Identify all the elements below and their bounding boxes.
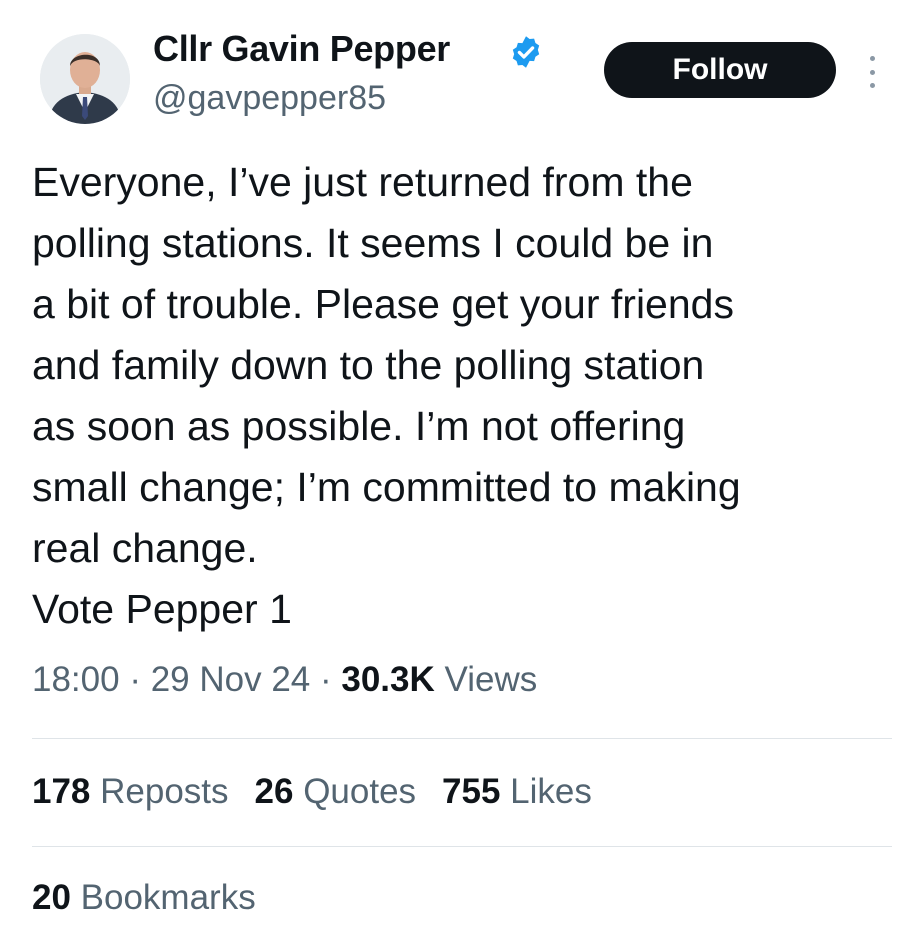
tweet-meta: 18:00 · 29 Nov 24 · 30.3K Views	[32, 660, 537, 700]
more-options-icon[interactable]	[862, 52, 882, 92]
reposts-label: Reposts	[90, 772, 229, 811]
engagement-stats: 178 Reposts 26 Quotes 755 Likes	[32, 772, 618, 812]
display-name[interactable]: Cllr Gavin Pepper	[153, 28, 450, 70]
tweet-text-line: small change; I’m committed to making	[32, 464, 741, 510]
likes-stat[interactable]: 755 Likes	[442, 772, 592, 812]
divider	[32, 846, 892, 847]
bookmarks-count: 20	[32, 878, 71, 917]
dot	[869, 83, 875, 88]
tweet-card: Cllr Gavin Pepper @gavpepper85 Follow Ev…	[0, 0, 921, 943]
bookmarks-stat[interactable]: 20 Bookmarks	[32, 878, 256, 918]
quotes-count: 26	[254, 772, 294, 811]
views-count: 30.3K	[341, 660, 435, 699]
person-in-suit-avatar-icon	[40, 34, 130, 124]
likes-label: Likes	[500, 772, 592, 811]
tweet-text: Everyone, I’ve just returned from the po…	[32, 152, 904, 640]
follow-button[interactable]: Follow	[604, 42, 836, 98]
reposts-count: 178	[32, 772, 91, 811]
views-label: Views	[434, 660, 538, 699]
tweet-text-line: a bit of trouble. Please get your friend…	[32, 281, 734, 327]
bookmarks-label: Bookmarks	[70, 878, 256, 917]
tweet-text-line: Vote Pepper 1	[32, 586, 292, 632]
dot	[869, 56, 875, 61]
tweet-date[interactable]: 29 Nov 24	[151, 660, 311, 699]
divider	[32, 738, 892, 739]
tweet-text-line: polling stations. It seems I could be in	[32, 220, 714, 266]
tweet-text-line: and family down to the polling station	[32, 342, 705, 388]
likes-count: 755	[442, 772, 501, 811]
tweet-text-line: Everyone, I’ve just returned from the	[32, 159, 693, 205]
quotes-stat[interactable]: 26 Quotes	[255, 772, 417, 812]
tweet-text-line: real change.	[32, 525, 258, 571]
quotes-label: Quotes	[293, 772, 417, 811]
avatar[interactable]	[40, 34, 130, 124]
verified-badge-icon	[512, 36, 540, 68]
separator: ·	[310, 660, 342, 699]
separator: ·	[119, 660, 151, 699]
reposts-stat[interactable]: 178 Reposts	[32, 772, 229, 812]
user-handle[interactable]: @gavpepper85	[153, 79, 386, 118]
tweet-text-line: as soon as possible. I’m not offering	[32, 403, 686, 449]
tweet-time[interactable]: 18:00	[32, 660, 120, 699]
dot	[869, 69, 875, 75]
